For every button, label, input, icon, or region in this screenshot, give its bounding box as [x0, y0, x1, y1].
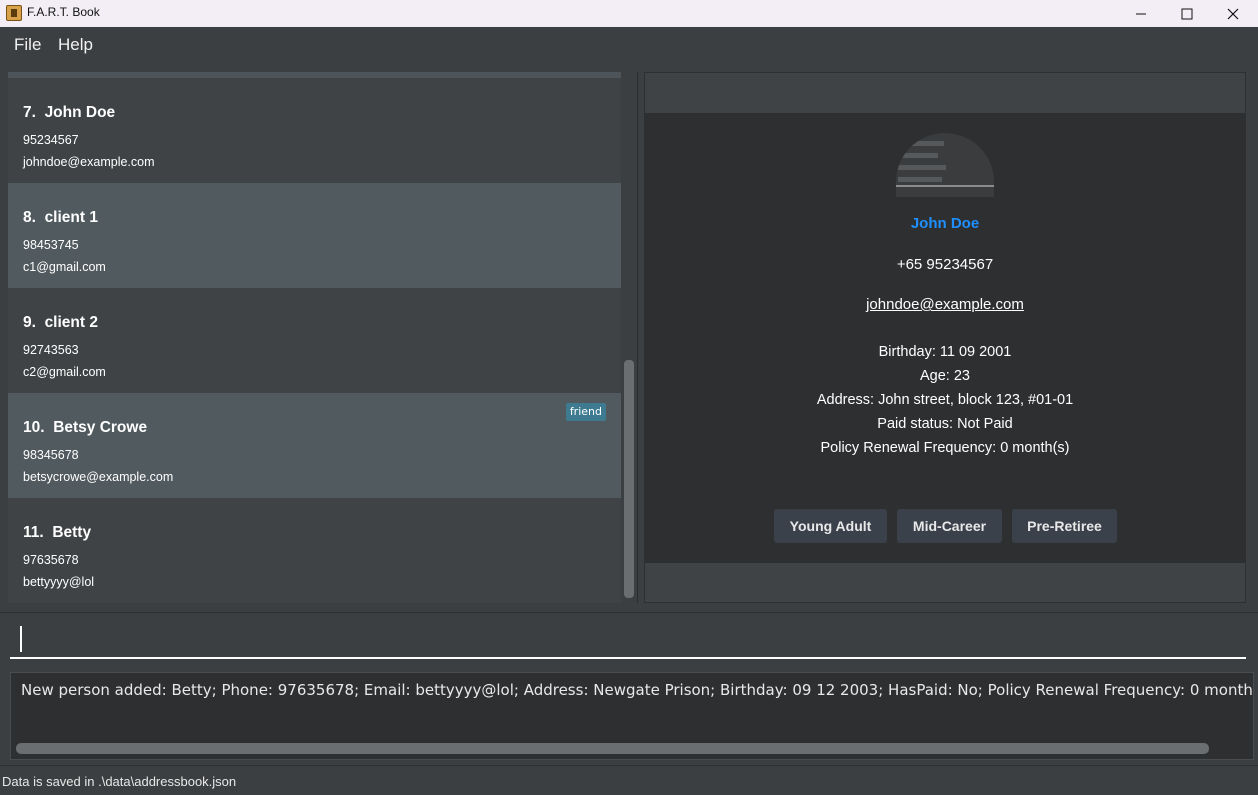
person-card[interactable]: 8. client 1 98453745 c1@gmail.com	[8, 183, 621, 288]
person-phone: 92743563	[23, 343, 79, 357]
detail-phone: +65 95234567	[896, 256, 994, 273]
person-card[interactable]: 10. Betsy Crowe 98345678 betsycrowe@exam…	[8, 393, 621, 498]
detail-name: John Doe	[910, 215, 980, 232]
person-name: 9. client 2	[23, 314, 98, 331]
young-adult-button[interactable]: Young Adult	[774, 509, 887, 543]
person-name: 10. Betsy Crowe	[23, 419, 148, 436]
window-title: F.A.R.T. Book	[27, 5, 100, 19]
close-button[interactable]	[1210, 0, 1256, 27]
person-name: 11. Betty	[23, 524, 92, 541]
text-caret	[20, 626, 22, 652]
minimize-button[interactable]	[1118, 0, 1164, 27]
person-email: c1@gmail.com	[23, 260, 106, 274]
minimize-icon	[1136, 13, 1146, 14]
tag-badge: friend	[565, 403, 606, 421]
person-card[interactable]: 7. John Doe 95234567 johndoe@example.com	[8, 78, 621, 183]
app-icon	[6, 5, 22, 21]
status-bar: Data is saved in .\data\addressbook.json	[0, 765, 1258, 795]
person-email: johndoe@example.com	[23, 155, 155, 169]
menu-file[interactable]: File	[14, 35, 41, 55]
person-phone: 95234567	[23, 133, 79, 147]
person-email: bettyyyy@lol	[23, 575, 95, 589]
detail-renewal-frequency: Policy Renewal Frequency: 0 month(s)	[820, 440, 1070, 456]
command-input[interactable]	[10, 619, 1246, 659]
detail-paid-status: Paid status: Not Paid	[877, 416, 1013, 432]
result-horizontal-scrollbar[interactable]	[16, 743, 1209, 754]
mid-career-button[interactable]: Mid-Career	[897, 509, 1002, 543]
menu-help[interactable]: Help	[58, 35, 93, 55]
person-card[interactable]: 9. client 2 92743563 c2@gmail.com	[8, 288, 621, 393]
person-email: c2@gmail.com	[23, 365, 106, 379]
detail-birthday: Birthday: 11 09 2001	[878, 344, 1012, 360]
detail-email-link[interactable]: johndoe@example.com	[645, 296, 1245, 313]
maximize-button[interactable]	[1164, 0, 1210, 27]
detail-address: Address: John street, block 123, #01-01	[816, 392, 1074, 408]
save-location-text: Data is saved in .\data\addressbook.json	[2, 774, 237, 789]
person-card[interactable]: 11. Betty 97635678 bettyyyy@lol	[8, 498, 621, 603]
split-divider[interactable]	[637, 72, 638, 603]
person-name: 7. John Doe	[23, 104, 116, 121]
maximize-icon	[1181, 8, 1193, 19]
person-email: betsycrowe@example.com	[23, 470, 174, 484]
person-phone: 98345678	[23, 448, 79, 462]
person-name: 8. client 1	[23, 209, 98, 226]
menu-bar: File Help	[0, 27, 1258, 64]
person-phone: 97635678	[23, 553, 79, 567]
list-scrollbar-thumb[interactable]	[624, 360, 634, 598]
person-list: 7. John Doe 95234567 johndoe@example.com…	[8, 72, 621, 603]
close-icon	[1227, 8, 1239, 19]
title-bar: F.A.R.T. Book	[0, 0, 1258, 27]
detail-age: Age: 23	[920, 368, 970, 384]
result-message: New person added: Betty; Phone: 97635678…	[21, 681, 1254, 699]
person-phone: 98453745	[23, 238, 79, 252]
pre-retiree-button[interactable]: Pre-Retiree	[1012, 509, 1117, 543]
